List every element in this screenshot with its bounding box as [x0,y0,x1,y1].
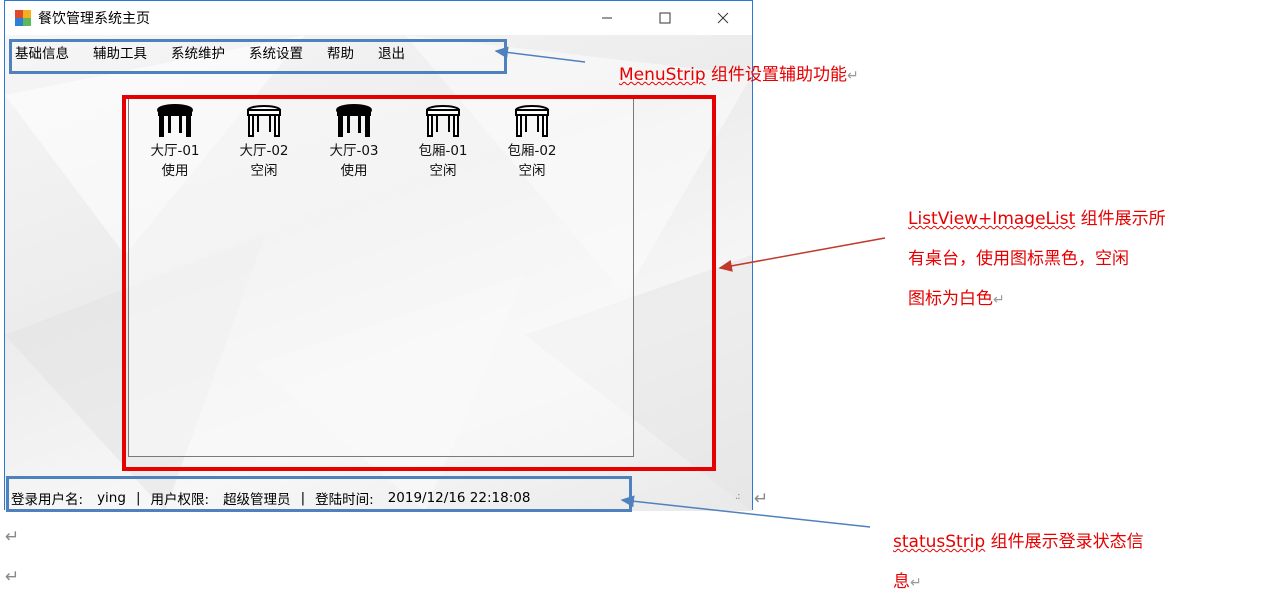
paragraph-mark: ↵ [5,567,20,587]
close-icon [717,12,729,24]
close-button[interactable] [694,1,752,35]
status-highlight-box [6,476,632,512]
listview-annotation: ListView+ImageList 组件展示所 有桌台，使用图标黑色，空闲 图… [908,199,1166,320]
paragraph-mark: ↵ [754,489,769,509]
status-annotation-text-1: 组件展示登录状态信 [985,532,1144,552]
paragraph-mark: ↵ [910,575,922,591]
menu-annotation-text: 组件设置辅助功能 [705,65,848,85]
paragraph-mark: ↵ [5,527,20,547]
paragraph-mark: ↵ [847,68,859,84]
paragraph-mark: ↵ [993,292,1005,308]
size-grip[interactable]: .: [735,491,740,502]
listview-highlight-box [122,95,716,471]
listview-annotation-text-3: 图标为白色 [908,289,993,309]
menu-annotation: MenuStrip 组件设置辅助功能↵ [619,55,859,96]
status-annotation: statusStrip 组件展示登录状态信 息↵ [893,522,1144,603]
title-bar: 餐饮管理系统主页 [5,1,752,35]
menu-highlight-box [9,39,507,74]
app-icon [15,10,31,26]
minimize-icon [602,17,612,19]
status-annotation-term: statusStrip [893,532,986,552]
maximize-icon [659,12,671,24]
status-annotation-text-2: 息 [893,572,910,592]
listview-annotation-text-1: 组件展示所 [1075,209,1166,229]
minimize-button[interactable] [578,1,636,35]
maximize-button[interactable] [636,1,694,35]
menu-annotation-term: MenuStrip [619,65,706,85]
listview-annotation-text-2: 有桌台，使用图标黑色，空闲 [908,249,1129,269]
window-title: 餐饮管理系统主页 [38,11,150,27]
listview-annotation-term: ListView+ImageList [908,209,1076,229]
window-controls [578,1,752,35]
